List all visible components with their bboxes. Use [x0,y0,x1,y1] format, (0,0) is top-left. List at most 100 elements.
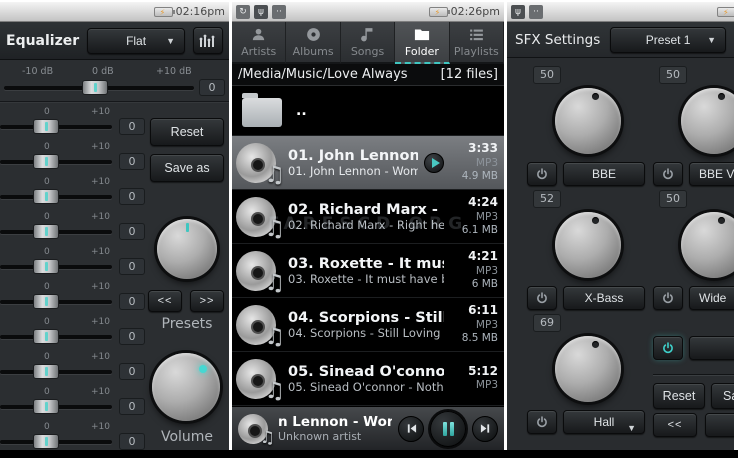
master-slider-thumb[interactable] [82,80,108,95]
parent-folder-row[interactable]: .. [232,86,504,136]
parent-folder-label: .. [296,103,307,119]
wide-power-button[interactable] [653,286,683,310]
equalizer-curve-button[interactable] [193,27,223,54]
eq-preset-dropdown[interactable]: Flat ▼ [87,28,185,54]
band-max-label: +10 [91,282,110,292]
song-row[interactable]: ♫ 05. Sinead O'connor - Nothing 05. Sine… [232,352,504,406]
band-value-box: 0 [119,398,145,415]
master-slider-track[interactable] [4,86,194,90]
band-zero-label: 0 [44,422,50,432]
song-stats: 6:11 MP3 8.5 MB [450,303,500,346]
bbe-power-button[interactable] [527,162,557,186]
file-count: [12 files] [441,67,498,82]
song-duration: 6:11 [450,303,498,319]
song-row[interactable]: ♫ 01. John Lennon - Woman.m 01. John Len… [232,136,504,190]
eq-reset-button[interactable]: Reset [150,118,224,146]
sfx-header: SFX Settings Preset 1 ▼ [507,22,734,58]
presets-knob[interactable] [157,219,217,279]
bbe-label-button[interactable]: BBE [563,162,645,186]
agc-power-button[interactable] [653,336,683,360]
eq-band-slider[interactable] [0,160,112,164]
player-song-title: n Lennon - Woman [278,414,392,430]
power-icon [536,168,548,180]
tab-albums[interactable]: Albums [286,22,340,64]
song-list: .. ♫ 01. John Lennon - Woman.m 01. John … [232,86,504,406]
sfx-settings-panel: ψ ·· ⚡ SFX Settings Preset 1 ▼ 50 [507,2,734,450]
eq-band-thumb[interactable] [33,294,59,309]
previous-track-button[interactable] [398,416,424,442]
music-note-icon: ♫ [264,326,285,349]
eq-band-thumb[interactable] [33,154,59,169]
eq-band-thumb[interactable] [33,119,59,134]
eq-band-thumb[interactable] [33,329,59,344]
eq-band-slider[interactable] [0,440,112,444]
preset-prev-button[interactable]: << [148,290,182,312]
band-max-label: +10 [91,107,110,117]
tab-artists[interactable]: Artists [232,22,286,64]
fx-value-badge: 50 [533,66,561,84]
equalizer-panel: ⚡ 02:16pm Equalizer Flat ▼ -10 dB 0 dB +… [0,2,229,450]
equalizer-header: Equalizer Flat ▼ [0,22,229,60]
eq-band-thumb[interactable] [33,259,59,274]
tab-songs[interactable]: Songs [341,22,395,64]
volume-label: Volume [143,429,229,445]
wide-knob[interactable] [681,212,734,278]
song-row[interactable]: ♫ 02. Richard Marx - Right here 02. Rich… [232,190,504,244]
next-track-button[interactable] [472,416,498,442]
wide-label-button[interactable]: Wide [689,286,734,310]
preset-next-button[interactable]: >> [190,290,224,312]
pause-button[interactable] [430,411,466,447]
eq-save-as-button[interactable]: Save as [150,154,224,182]
xbass-knob[interactable] [555,212,621,278]
reverb-power-button[interactable] [527,410,557,434]
eq-band-slider[interactable] [0,405,112,409]
eq-band-slider[interactable] [0,125,112,129]
volume-knob[interactable] [152,353,220,421]
eq-band-slider[interactable] [0,230,112,234]
eq-band-thumb[interactable] [33,399,59,414]
song-row[interactable]: ♫ 03. Roxette - It must have bee 03. Rox… [232,244,504,298]
tab-playlists[interactable]: Playlists [450,22,504,64]
eq-band-row: 0+10 0 [0,382,146,417]
sfx-save-button[interactable]: Sa [711,383,734,409]
eq-band-slider[interactable] [0,370,112,374]
now-playing-bar[interactable]: ♫ n Lennon - Woman Unknown artist [232,406,504,450]
power-icon [662,342,674,354]
band-max-label: +10 [91,422,110,432]
tab-folder[interactable]: Folder [395,22,449,64]
bbe-viva-knob[interactable] [681,88,734,154]
sfx-prev-preset-button[interactable]: << [653,413,697,437]
sfx-reset-button[interactable]: Reset [653,383,705,409]
bbe-knob[interactable] [555,88,621,154]
band-value-box: 0 [119,153,145,170]
eq-band-slider[interactable] [0,265,112,269]
eq-band-thumb[interactable] [33,189,59,204]
master-mid-label: 0 dB [92,66,114,77]
band-value-box: 0 [119,223,145,240]
xbass-label-button[interactable]: X-Bass [563,286,645,310]
music-note-icon: ♫ [264,164,285,187]
sfx-next-preset-button[interactable] [705,413,734,437]
eq-band-slider[interactable] [0,335,112,339]
eq-band-slider[interactable] [0,300,112,304]
previous-icon [406,423,417,434]
fx-cell-bbe-viva: 50 BBE Vi [653,66,734,186]
eq-master-slider-row: -10 dB 0 dB +10 dB 0 [0,60,229,102]
usb-icon: ψ [254,5,268,19]
song-stats: 4:24 MP3 6.1 MB [450,195,500,238]
agc-label-button[interactable]: AGC [689,336,734,360]
xbass-power-button[interactable] [527,286,557,310]
eq-band-slider[interactable] [0,195,112,199]
fx-cell-wide: 50 Wide [653,190,734,310]
song-row[interactable]: ♫ 04. Scorpions - Still Loving You 04. S… [232,298,504,352]
reverb-type-dropdown[interactable]: Hall ▼ [563,410,645,434]
eq-band-thumb[interactable] [33,224,59,239]
statusbar-right: ψ ·· ⚡ [507,2,734,22]
eq-band-thumb[interactable] [33,434,59,449]
bbe-viva-power-button[interactable] [653,162,683,186]
reverb-knob[interactable] [555,336,621,402]
bbe-viva-label-button[interactable]: BBE Vi [689,162,734,186]
sfx-preset-dropdown[interactable]: Preset 1 ▼ [610,27,726,53]
eq-band-thumb[interactable] [33,364,59,379]
song-size: 6.1 MB [450,224,498,238]
